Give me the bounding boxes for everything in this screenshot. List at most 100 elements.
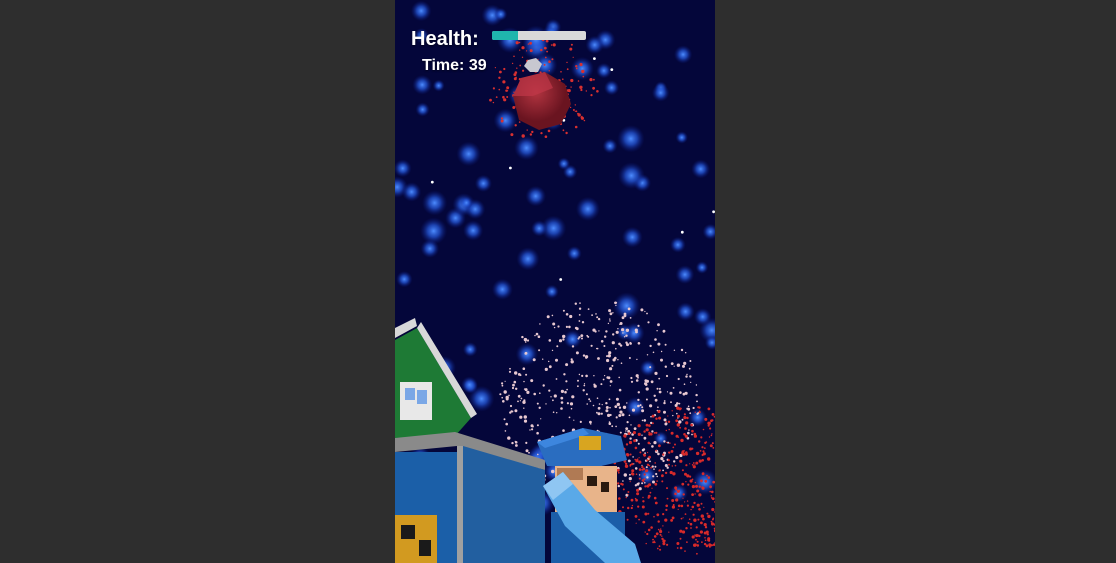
red-meteor-spark [566, 61, 568, 64]
pink-firework-spark [664, 464, 668, 467]
red-firework-spark [690, 527, 692, 529]
red-firework-spark [687, 522, 690, 524]
red-firework-spark [682, 497, 684, 499]
pink-firework-spark [666, 391, 669, 393]
pink-firework-spark [535, 332, 539, 336]
red-meteor-spark [585, 90, 587, 92]
red-firework-spark [676, 547, 679, 549]
red-firework-spark [711, 442, 714, 445]
pink-firework-spark [690, 381, 692, 383]
red-meteor-spark [518, 41, 521, 44]
pink-firework-spark [575, 351, 579, 355]
blue-glow-particle [566, 246, 582, 261]
pink-firework-spark [670, 401, 672, 404]
red-meteor-spark [500, 117, 504, 120]
blue-glow-particle [460, 196, 473, 210]
pink-firework-spark [557, 325, 560, 328]
pink-firework-spark [524, 352, 527, 355]
pink-firework-spark [676, 402, 679, 405]
pink-firework-spark [600, 412, 603, 415]
pink-firework-spark [620, 362, 623, 365]
red-meteor-spark [567, 89, 571, 93]
red-firework-spark [656, 513, 660, 517]
pink-firework-spark [608, 309, 612, 313]
red-firework-spark [659, 533, 662, 536]
pink-firework-spark [605, 406, 609, 409]
red-firework-spark [665, 508, 668, 511]
red-firework-spark [704, 479, 708, 483]
pink-firework-spark [505, 395, 509, 400]
pink-firework-spark [657, 323, 660, 327]
pink-firework-spark [622, 480, 624, 482]
red-firework-spark [631, 469, 635, 473]
red-firework-spark [701, 459, 704, 462]
red-firework-spark [636, 488, 640, 492]
pink-firework-spark [638, 474, 641, 476]
blue-glow-particle [461, 376, 478, 394]
pink-firework-spark [566, 402, 569, 405]
pink-firework-spark [606, 355, 608, 358]
red-firework-spark [630, 506, 633, 510]
pink-firework-spark [562, 429, 565, 432]
pink-firework-spark [669, 391, 673, 395]
blue-glow-particle [618, 162, 645, 190]
red-firework-spark [708, 539, 711, 542]
pink-firework-spark [603, 345, 606, 347]
pink-firework-spark [539, 392, 541, 395]
pink-firework-spark [502, 400, 505, 403]
pink-firework-spark [563, 373, 566, 376]
pink-firework-spark [630, 424, 632, 426]
pink-firework-spark [609, 312, 613, 316]
pink-firework-spark [637, 442, 640, 445]
pink-firework-spark [596, 397, 599, 400]
red-firework-spark [680, 407, 682, 410]
blue-glow-particle [514, 135, 539, 161]
red-firework-spark [651, 414, 655, 418]
red-firework-spark [664, 518, 668, 522]
blue-glow-particle [557, 157, 571, 170]
pink-firework-spark [509, 367, 511, 370]
red-firework-spark [675, 498, 679, 502]
red-meteor-spark [543, 46, 547, 50]
pink-firework-spark [629, 473, 631, 476]
pink-firework-spark [655, 472, 658, 476]
pink-firework-spark [618, 406, 622, 409]
red-firework-spark [704, 526, 708, 529]
red-firework-spark [627, 432, 631, 435]
pink-firework-spark [528, 451, 530, 454]
pink-firework-spark [607, 322, 610, 325]
white-star [610, 68, 614, 71]
red-firework-spark [670, 450, 674, 453]
pink-firework-spark [592, 404, 595, 407]
red-firework-spark [693, 518, 697, 522]
red-firework-spark [671, 465, 673, 467]
pink-firework-spark [515, 387, 518, 390]
pink-firework-spark [534, 334, 536, 337]
red-firework-spark [676, 423, 680, 427]
pink-firework-spark [523, 399, 526, 402]
red-firework-spark [645, 469, 649, 473]
pink-firework-spark [625, 334, 628, 337]
pink-firework-spark [558, 339, 563, 343]
red-firework-spark [635, 473, 638, 476]
pink-firework-spark [685, 352, 687, 354]
red-firework-spark [689, 463, 691, 465]
blue-glow-particle [613, 292, 641, 320]
blue-glow-particle [673, 45, 693, 64]
red-meteor-spark [551, 58, 554, 61]
pink-firework-spark [681, 418, 684, 421]
pink-firework-spark [645, 379, 649, 383]
pink-firework-spark [565, 363, 569, 367]
game-viewport[interactable]: Health: Time: 39 [395, 0, 715, 563]
red-firework-spark [707, 457, 711, 461]
pink-firework-spark [695, 393, 698, 397]
red-firework-spark [674, 486, 678, 490]
red-firework-spark [694, 481, 697, 484]
pink-firework-spark [609, 406, 611, 409]
pink-firework-spark [689, 412, 692, 415]
pink-firework-spark [523, 337, 528, 342]
red-firework-spark [631, 504, 634, 507]
red-firework-spark [634, 458, 636, 461]
red-firework-spark [625, 496, 627, 499]
pink-firework-spark [548, 389, 551, 392]
